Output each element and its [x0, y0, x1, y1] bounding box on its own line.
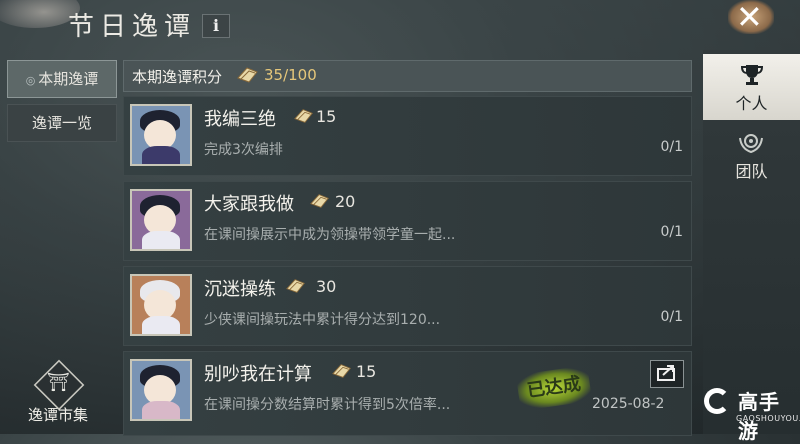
task-progress: 0/1: [660, 309, 683, 325]
tab-personal[interactable]: 个人: [703, 54, 800, 120]
close-icon: ✕: [736, 0, 763, 36]
task-description: 少侠课间操玩法中累计得分达到120...: [204, 312, 441, 328]
nav-item-label: 本期逸谭: [38, 70, 99, 88]
tab-label: 个人: [735, 94, 768, 113]
task-points: 15: [356, 362, 377, 381]
tab-team[interactable]: 团队: [703, 124, 800, 190]
scroll-icon: [284, 276, 308, 300]
task-title: 沉迷操练: [204, 279, 276, 300]
scroll-icon: [308, 191, 332, 215]
share-icon: [657, 365, 675, 381]
avatar-robe: [142, 401, 180, 419]
completed-stamp: 已达成: [515, 365, 593, 411]
task-progress: 0/1: [660, 224, 683, 240]
task-card: 沉迷操练 30 少侠课间操玩法中累计得分达到120... 0/1: [123, 266, 692, 346]
scroll-icon: [330, 361, 354, 385]
task-points: 30: [316, 277, 337, 296]
score-value: 35/100: [264, 66, 317, 84]
avatar-robe: [142, 316, 180, 334]
task-card: 我编三绝 15 完成3次编排 0/1: [123, 96, 692, 176]
tab-label: 团队: [735, 162, 768, 181]
team-emblem-icon: [739, 134, 763, 154]
task-points: 15: [316, 107, 337, 126]
score-label: 本期逸谭积分: [132, 68, 223, 86]
task-date: 2025-08-2: [592, 396, 665, 412]
logo-g-icon: [704, 388, 730, 414]
task-card: 大家跟我做 20 在课间操展示中成为领操带领学童一起... 0/1: [123, 181, 692, 261]
task-avatar: [130, 274, 192, 336]
task-avatar: [130, 359, 192, 421]
page-title: 节日逸谭: [68, 12, 197, 42]
scroll-icon: [292, 106, 316, 130]
score-bar: 本期逸谭积分 35/100: [123, 60, 692, 92]
task-description: 在课间操分数结算时累计得到5次倍率...: [204, 397, 451, 413]
share-button[interactable]: [650, 360, 684, 388]
task-title: 别吵我在计算: [204, 364, 312, 385]
nav-item-label: 逸谭一览: [31, 114, 92, 132]
close-button[interactable]: ✕: [722, 0, 778, 36]
watermark-subtext: GAOSHOUYOU.COM: [736, 414, 800, 423]
info-button[interactable]: i: [202, 14, 230, 38]
task-avatar: [130, 189, 192, 251]
market-button[interactable]: ⛩ 逸谭市集: [18, 359, 98, 432]
header: 节日逸谭 i ✕: [0, 0, 800, 48]
pavilion-icon: ⛩: [47, 372, 70, 393]
eye-icon: ◎: [25, 74, 36, 87]
nav-item-current-period[interactable]: ◎ 本期逸谭: [7, 60, 117, 98]
task-title: 大家跟我做: [204, 194, 294, 215]
market-label: 逸谭市集: [27, 406, 88, 424]
task-points: 20: [335, 192, 356, 211]
scroll-icon: [235, 64, 261, 90]
task-description: 在课间操展示中成为领操带领学童一起...: [204, 227, 456, 243]
right-tabs: 个人 团队: [703, 50, 800, 434]
task-progress: 0/1: [660, 139, 683, 155]
task-avatar: [130, 104, 192, 166]
watermark-logo: 高手游 GAOSHOUYOU.COM: [700, 384, 800, 443]
avatar-robe: [142, 231, 180, 249]
trophy-icon: [740, 65, 764, 85]
avatar-robe: [142, 146, 180, 164]
task-title: 我编三绝: [204, 109, 276, 130]
task-card: 别吵我在计算 15 在课间操分数结算时累计得到5次倍率... 已达成 2025-…: [123, 351, 692, 436]
task-description: 完成3次编排: [204, 142, 283, 158]
nav-item-overview[interactable]: 逸谭一览: [7, 104, 117, 142]
